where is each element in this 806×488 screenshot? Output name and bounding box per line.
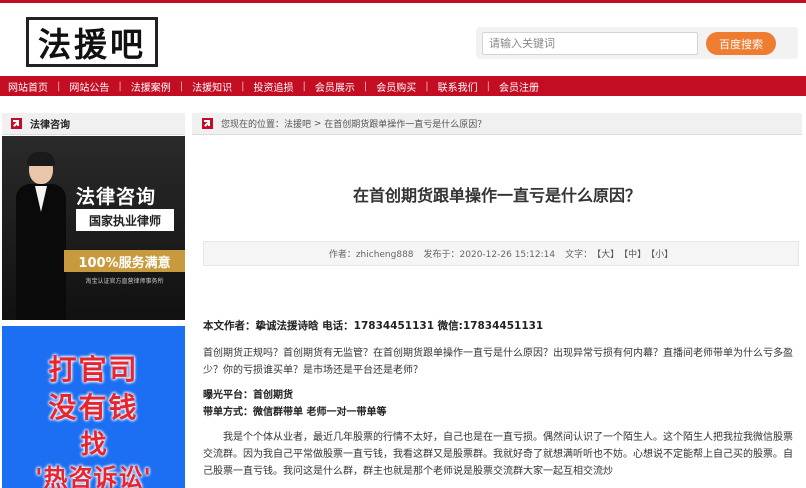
nav-separator: |: [486, 80, 490, 92]
font-size-medium-button[interactable]: 【中】: [619, 247, 646, 260]
breadcrumb-prefix: 您现在的位置：: [221, 120, 285, 130]
arrow-icon: [11, 118, 22, 129]
article-title: 在首创期货跟单操作一直亏是什么原因？: [352, 186, 641, 205]
nav-separator: |: [57, 80, 61, 92]
sidebar-title: 法律咨询: [30, 120, 70, 131]
nav-separator: |: [241, 80, 245, 92]
article-author-line: 本文作者：挚诚法援诗晗 电话：17834451131 微信:1783445113…: [203, 320, 544, 332]
breadcrumb: 您现在的位置： 法援吧 > 在首创期货跟单操作一直亏是什么原因？: [192, 113, 802, 135]
top-accent-line: [0, 0, 806, 3]
nav-item-members[interactable]: 会员展示: [315, 79, 355, 94]
lawsuit-ad[interactable]: 打官司 没有钱 找 '热咨诉讼': [2, 326, 185, 488]
breadcrumb-current: 在首创期货跟单操作一直亏是什么原因？: [324, 120, 487, 130]
article-date: 发布于：2020-12-26 15:12:14: [423, 250, 556, 260]
nav-item-contact[interactable]: 联系我们: [438, 79, 478, 94]
nav-separator: |: [118, 80, 122, 92]
article-method-line: 带单方式：微信群带单 老师一对一带单等: [203, 407, 387, 418]
ad-line: '热咨诉讼': [35, 463, 152, 488]
ad-title: 法律咨询: [76, 186, 157, 208]
nav-separator: |: [363, 80, 368, 92]
nav-item-cases[interactable]: 法援案例: [131, 79, 171, 94]
nav-separator: |: [302, 80, 306, 92]
font-size-large-button[interactable]: 【大】: [592, 247, 619, 260]
nav-item-loss-recovery[interactable]: 投资追损: [254, 79, 294, 94]
article-platform-block: 曝光平台：首创期货 带单方式：微信群带单 老师一对一带单等: [203, 387, 799, 421]
baidu-search-button[interactable]: 百度搜索: [706, 32, 776, 55]
ad-line: 打官司: [48, 353, 139, 386]
breadcrumb-separator: >: [311, 118, 325, 129]
ad-line: 找: [80, 430, 107, 460]
sidebar-header: 法律咨询: [2, 113, 185, 135]
nav-item-register[interactable]: 会员注册: [499, 79, 539, 94]
nav-item-home[interactable]: 网站首页: [8, 79, 48, 94]
ad-small-print: 淘宝认证官方直营律师事务所: [85, 278, 164, 285]
breadcrumb-home-link[interactable]: 法援吧: [284, 117, 311, 130]
font-size-small-button[interactable]: 【小】: [646, 247, 673, 260]
article-content: 本文作者：挚诚法援诗晗 电话：17834451131 微信:1783445113…: [203, 318, 799, 488]
nav-separator: |: [425, 80, 429, 92]
site-logo[interactable]: 法援吧: [26, 17, 158, 67]
ad-subtitle: 国家执业律师: [76, 209, 174, 231]
lawyer-consult-ad[interactable]: 法律咨询 国家执业律师 100%服务满意 淘宝认证官方直营律师事务所: [2, 136, 185, 320]
lawyer-photo: [16, 152, 66, 320]
ad-line: 没有钱: [48, 391, 139, 424]
search-input[interactable]: [482, 32, 698, 55]
nav-item-announcements[interactable]: 网站公告: [69, 79, 109, 94]
ad-satisfaction-band: 100%服务满意: [64, 250, 185, 272]
article-platform-line: 曝光平台：首创期货: [203, 390, 293, 401]
nav-separator: |: [179, 80, 184, 92]
arrow-icon: [202, 118, 213, 129]
article-body: 我是个个体从业者，最近几年股票的行情不太好，自己也是在一直亏损。偶然间认识了一个…: [203, 432, 793, 477]
article-intro: 首创期货正规吗？首创期货有无监管？在首创期货跟单操作一直亏是什么原因？出现异常亏…: [203, 348, 793, 376]
font-size-label: 文字：: [565, 250, 593, 260]
nav-item-membership-buy[interactable]: 会员购买: [376, 79, 416, 94]
main-nav: 网站首页 | 网站公告 | 法援案例 | 法援知识 | 投资追损 | 会员展示 …: [0, 76, 806, 96]
article-meta: 作者：zhicheng888 发布于：2020-12-26 15:12:14 文…: [203, 241, 799, 266]
article-author: 作者：zhicheng888: [328, 250, 414, 260]
nav-item-knowledge[interactable]: 法援知识: [192, 79, 232, 94]
